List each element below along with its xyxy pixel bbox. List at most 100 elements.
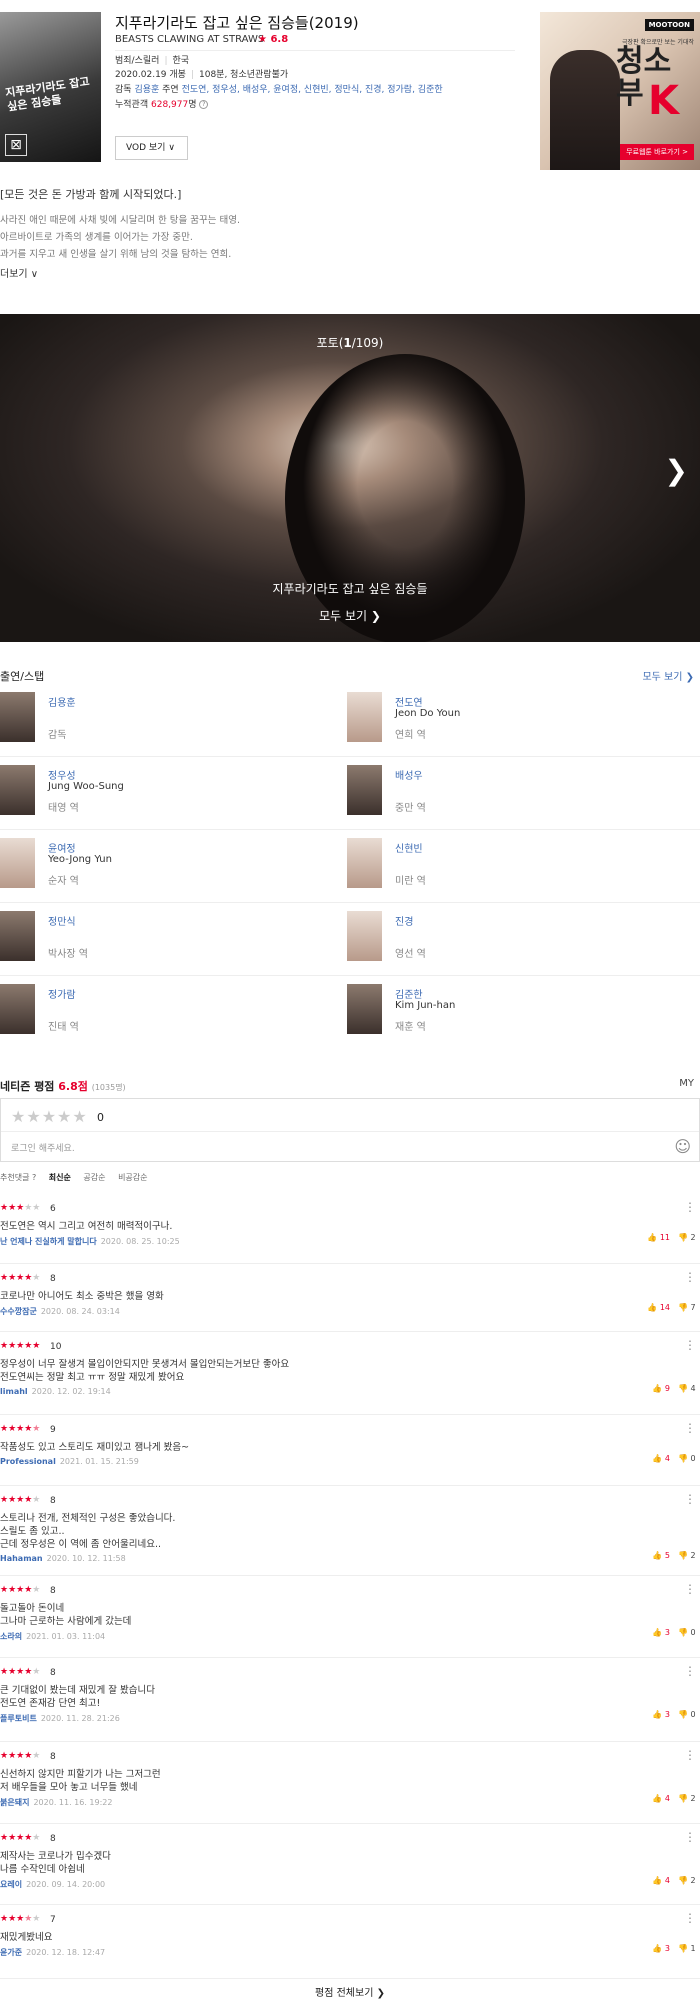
cast-links[interactable]: 전도연, 정우성, 배성우, 윤여정, 신현빈, 정만식, 진경, 정가람, 김… — [182, 85, 443, 95]
more-options-icon[interactable]: ⋮ — [684, 1582, 696, 1596]
review-user[interactable]: 플루토비트 — [0, 1714, 37, 1723]
like-button[interactable]: 👍 9 — [652, 1384, 670, 1393]
like-button[interactable]: 👍 3 — [652, 1944, 670, 1953]
like-button[interactable]: 👍 4 — [652, 1454, 670, 1463]
review-user[interactable]: 소라의 — [0, 1632, 22, 1641]
review-user[interactable]: limahl — [0, 1387, 28, 1396]
dislike-button[interactable]: 👎 7 — [678, 1303, 700, 1312]
dislike-button[interactable]: 👎 0 — [678, 1454, 700, 1463]
cast-item[interactable]: 정우성 Jung Woo-Sung 태영 역 — [0, 759, 340, 825]
emoji-icon[interactable]: ☺ — [674, 1137, 691, 1156]
poster-zoom-icon[interactable]: ⊠ — [5, 134, 27, 156]
cast-name[interactable]: 정우성 — [48, 767, 76, 782]
cast-photo[interactable] — [347, 765, 382, 815]
cast-name[interactable]: 진경 — [395, 913, 413, 928]
see-all-reviews-link[interactable]: 평점 전체보기 ❯ — [0, 1984, 700, 1999]
cast-name[interactable]: 신현빈 — [395, 840, 423, 855]
more-options-icon[interactable]: ⋮ — [684, 1338, 696, 1352]
more-options-icon[interactable]: ⋮ — [684, 1492, 696, 1506]
review-user[interactable]: 윤가준 — [0, 1948, 22, 1957]
sort-latest[interactable]: 최신순 — [49, 1173, 71, 1182]
review-user[interactable]: 난 언제나 진실하게 말합니다 — [0, 1237, 97, 1246]
dislike-button[interactable]: 👎 4 — [678, 1384, 700, 1393]
like-button[interactable]: 👍 11 — [647, 1233, 670, 1242]
more-options-icon[interactable]: ⋮ — [684, 1830, 696, 1844]
dislike-button[interactable]: 👎 0 — [678, 1710, 700, 1719]
like-button[interactable]: 👍 3 — [652, 1628, 670, 1637]
dislike-button[interactable]: 👎 0 — [678, 1628, 700, 1637]
more-button[interactable]: 더보기 ∨ — [0, 265, 38, 280]
like-button[interactable]: 👍 3 — [652, 1710, 670, 1719]
cast-see-all-link[interactable]: 모두 보기 ❯ — [642, 668, 694, 683]
dislike-button[interactable]: 👎 1 — [678, 1944, 700, 1953]
cast-item[interactable]: 윤여정 Yeo-Jong Yun 순자 역 — [0, 832, 340, 898]
cast-item[interactable]: 정만식 박사장 역 — [0, 905, 340, 971]
cast-photo[interactable] — [0, 765, 35, 815]
cast-name[interactable]: 배성우 — [395, 767, 423, 782]
help-icon[interactable]: ? — [199, 100, 209, 109]
cast-name[interactable]: 김준한 — [395, 986, 423, 1001]
sort-dislikes[interactable]: 비공감순 — [118, 1173, 147, 1182]
photo-gallery[interactable]: 포토(1/109) 지푸라기라도 잡고 싶은 짐승들 모두 보기 ❯ ❯ — [0, 314, 700, 642]
like-button[interactable]: 👍 4 — [652, 1794, 670, 1803]
dislike-button[interactable]: 👎 2 — [678, 1233, 700, 1242]
star-rating-input[interactable]: ★★★★★ — [11, 1107, 88, 1126]
cast-item[interactable]: 신현빈 미란 역 — [347, 832, 687, 898]
review-item: ★★★★★ 6 ⋮ 전도연은 역시 그리고 여전히 매력적이구나. 난 언제나 진실하게… — [0, 1194, 700, 1264]
cast-item[interactable]: 진경 영선 역 — [347, 905, 687, 971]
movie-poster[interactable]: 지푸라기라도 잡고 싶은 짐승들 ⊠ — [0, 12, 101, 162]
cast-name[interactable]: 김용훈 — [48, 694, 76, 709]
ad-button[interactable]: 무료웹툰 바로가기 > — [620, 144, 694, 160]
director-link[interactable]: 김용훈 — [134, 85, 159, 95]
next-arrow-icon[interactable]: ❯ — [665, 454, 688, 487]
review-user[interactable]: Professional — [0, 1457, 56, 1466]
more-options-icon[interactable]: ⋮ — [684, 1748, 696, 1762]
like-button[interactable]: 👍 4 — [652, 1876, 670, 1885]
more-options-icon[interactable]: ⋮ — [684, 1200, 696, 1214]
cast-photo[interactable] — [347, 838, 382, 888]
review-user[interactable]: 붉은돼지 — [0, 1798, 29, 1807]
more-options-icon[interactable]: ⋮ — [684, 1421, 696, 1435]
cast-item[interactable]: 배성우 중만 역 — [347, 759, 687, 825]
cast-photo[interactable] — [0, 984, 35, 1034]
vod-button[interactable]: VOD 보기 ∨ — [115, 136, 188, 160]
photo-see-all-link[interactable]: 모두 보기 ❯ — [0, 607, 700, 624]
review-user[interactable]: 요레이 — [0, 1880, 22, 1889]
cast-section-title: 출연/스탭 — [0, 670, 45, 683]
sort-recommend[interactable]: 추천댓글 ? — [0, 1173, 36, 1182]
ad-banner[interactable]: MOOTOON 극장판 확으로만 보는 기대작 청소 부 K 무료웹툰 바로가기 … — [540, 12, 700, 170]
review-stars: ★★★★★ — [0, 1495, 41, 1505]
synopsis-line: 과거를 지우고 새 인생을 살기 위해 남의 것을 탐하는 연희. — [0, 249, 232, 260]
dislike-button[interactable]: 👎 2 — [678, 1794, 700, 1803]
more-options-icon[interactable]: ⋮ — [684, 1270, 696, 1284]
cast-photo[interactable] — [0, 838, 35, 888]
cast-photo[interactable] — [347, 911, 382, 961]
review-score: 8 — [50, 1586, 56, 1596]
photo-caption: 지푸라기라도 잡고 싶은 짐승들 — [272, 582, 428, 596]
cast-photo[interactable] — [0, 692, 35, 742]
cast-item[interactable]: 김용훈 감독 — [0, 686, 340, 752]
dislike-button[interactable]: 👎 2 — [678, 1876, 700, 1885]
sort-likes[interactable]: 공감순 — [83, 1173, 105, 1182]
like-button[interactable]: 👍 14 — [647, 1303, 670, 1312]
more-options-icon[interactable]: ⋮ — [684, 1664, 696, 1678]
review-user[interactable]: 수수깡잠군 — [0, 1307, 37, 1316]
my-link[interactable]: MY — [679, 1078, 694, 1089]
cast-item[interactable]: 전도연 Jeon Do Youn 연희 역 — [347, 686, 687, 752]
cast-photo[interactable] — [347, 692, 382, 742]
dislike-button[interactable]: 👎 2 — [678, 1551, 700, 1560]
cast-item[interactable]: 정가람 진태 역 — [0, 978, 340, 1044]
cast-name[interactable]: 정가람 — [48, 986, 76, 1001]
review-date: 2020. 10. 12. 11:58 — [46, 1554, 126, 1563]
cast-photo[interactable] — [347, 984, 382, 1034]
more-options-icon[interactable]: ⋮ — [684, 1911, 696, 1925]
cast-name[interactable]: 전도연 — [395, 694, 423, 709]
cast-item[interactable]: 김준한 Kim Jun-han 재훈 역 — [347, 978, 687, 1044]
cast-name[interactable]: 윤여정 — [48, 840, 76, 855]
rating-input-box[interactable]: ★★★★★ 0 로그인 해주세요. ☺ — [0, 1098, 700, 1162]
review-user[interactable]: Hahaman — [0, 1554, 43, 1563]
like-button[interactable]: 👍 5 — [652, 1551, 670, 1560]
cast-name[interactable]: 정만식 — [48, 913, 76, 928]
cast-photo[interactable] — [0, 911, 35, 961]
review-input[interactable]: 로그인 해주세요. — [11, 1141, 75, 1154]
